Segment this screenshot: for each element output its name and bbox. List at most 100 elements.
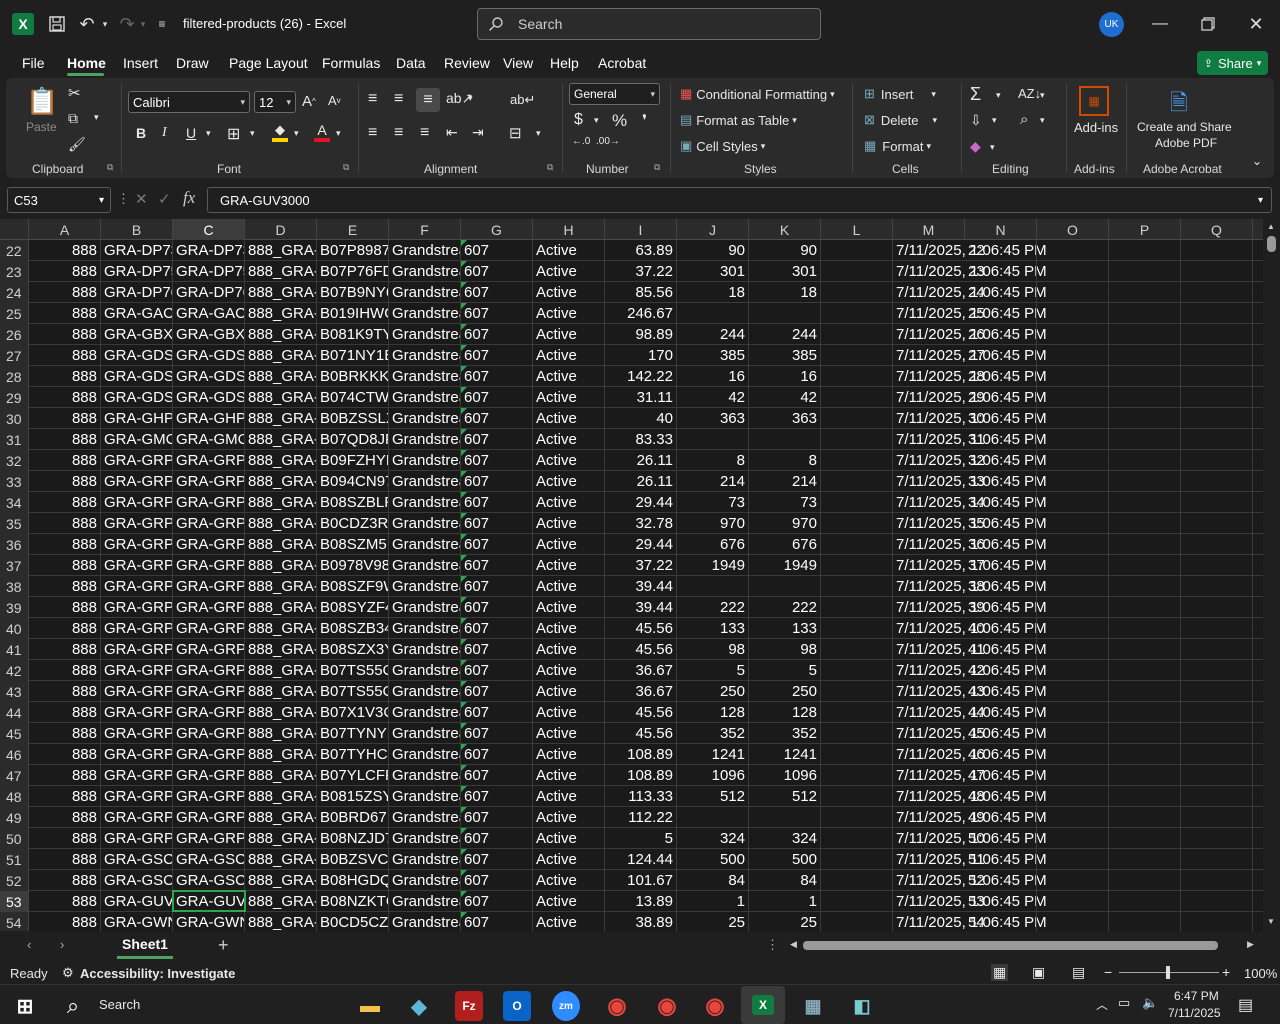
- conditional-formatting-button[interactable]: ▦ Conditional Formatting ▾: [680, 86, 835, 102]
- cell-p[interactable]: [1109, 345, 1181, 366]
- cell-c[interactable]: GRA-GHP6: [173, 408, 245, 429]
- font-name-combo[interactable]: Calibri ▾: [128, 91, 250, 113]
- more-options-icon[interactable]: ⋮: [117, 191, 130, 207]
- cell-l[interactable]: [821, 534, 893, 555]
- cell-h[interactable]: Active: [533, 324, 605, 345]
- fill-dropdown-icon[interactable]: ▾: [992, 115, 997, 126]
- prev-sheet-icon[interactable]: ‹: [27, 937, 31, 952]
- cell-i[interactable]: 26.11: [605, 471, 677, 492]
- cell-n[interactable]: 26: [965, 324, 1037, 345]
- cell-h[interactable]: Active: [533, 555, 605, 576]
- chrome-icon-2[interactable]: ◉: [650, 991, 684, 1021]
- cell-g[interactable]: 607: [461, 492, 533, 513]
- cell-p[interactable]: [1109, 429, 1181, 450]
- font-launcher-icon[interactable]: ⧉: [343, 162, 349, 173]
- cell-b[interactable]: GRA-GRP2: [101, 702, 173, 723]
- cell-a[interactable]: 888: [29, 282, 101, 303]
- cell-b[interactable]: GRA-DP76(: [101, 282, 173, 303]
- cell-b[interactable]: GRA-GRP2: [101, 450, 173, 471]
- cell-k[interactable]: 8: [749, 450, 821, 471]
- cell-n[interactable]: 23: [965, 261, 1037, 282]
- cell-l[interactable]: [821, 429, 893, 450]
- cell-q[interactable]: [1181, 534, 1253, 555]
- cell-f[interactable]: Grandstrea: [389, 240, 461, 261]
- cell-h[interactable]: Active: [533, 240, 605, 261]
- cell-i[interactable]: 85.56: [605, 282, 677, 303]
- cell-o[interactable]: [1037, 387, 1109, 408]
- accessibility-status[interactable]: Accessibility: Investigate: [80, 966, 235, 981]
- cell-j[interactable]: 98: [677, 639, 749, 660]
- cell-q[interactable]: [1181, 618, 1253, 639]
- cell-e[interactable]: B0BZSVCR: [317, 849, 389, 870]
- cell-f[interactable]: Grandstrea: [389, 912, 461, 931]
- cell-l[interactable]: [821, 639, 893, 660]
- minimize-icon[interactable]: —: [1145, 10, 1175, 38]
- sort-dropdown-icon[interactable]: ▾: [1040, 90, 1045, 101]
- cell-j[interactable]: 1241: [677, 744, 749, 765]
- cell-g[interactable]: 607: [461, 408, 533, 429]
- merge-dropdown-icon[interactable]: ▾: [536, 128, 541, 139]
- cell-q[interactable]: [1181, 345, 1253, 366]
- app-window-icon[interactable]: ◧: [845, 991, 879, 1021]
- cell-k[interactable]: 222: [749, 597, 821, 618]
- column-header-k[interactable]: K: [749, 219, 821, 240]
- cell-h[interactable]: Active: [533, 891, 605, 912]
- cell-e[interactable]: B071NY1B: [317, 345, 389, 366]
- cell-a[interactable]: 888: [29, 807, 101, 828]
- cell-q[interactable]: [1181, 282, 1253, 303]
- next-sheet-icon[interactable]: ›: [60, 937, 64, 952]
- cell-l[interactable]: [821, 702, 893, 723]
- cell-a[interactable]: 888: [29, 723, 101, 744]
- save-icon[interactable]: [46, 13, 68, 35]
- merge-center-icon[interactable]: ⊟: [509, 124, 522, 142]
- cut-icon[interactable]: ✂: [68, 84, 81, 102]
- cell-l[interactable]: [821, 807, 893, 828]
- cell-n[interactable]: 42: [965, 660, 1037, 681]
- cell-o[interactable]: [1037, 849, 1109, 870]
- cell-j[interactable]: [677, 807, 749, 828]
- row-header[interactable]: 24: [0, 282, 29, 303]
- cell-e[interactable]: B08SZF9W: [317, 576, 389, 597]
- accounting-format-icon[interactable]: $: [574, 111, 583, 129]
- enter-icon[interactable]: ✓: [158, 190, 171, 208]
- column-header-b[interactable]: B: [101, 219, 173, 240]
- cell-k[interactable]: 1241: [749, 744, 821, 765]
- cell-l[interactable]: [821, 744, 893, 765]
- cell-c[interactable]: GRA-GRP2: [173, 681, 245, 702]
- cell-a[interactable]: 888: [29, 891, 101, 912]
- cell-k[interactable]: 324: [749, 828, 821, 849]
- cell-i[interactable]: 37.22: [605, 261, 677, 282]
- cell-d[interactable]: 888_GRA-(: [245, 723, 317, 744]
- cell-e[interactable]: B07P76FD(: [317, 261, 389, 282]
- cell-b[interactable]: GRA-GWN: [101, 912, 173, 931]
- column-header-p[interactable]: P: [1109, 219, 1181, 240]
- cell-o[interactable]: [1037, 744, 1109, 765]
- cell-h[interactable]: Active: [533, 429, 605, 450]
- cell-p[interactable]: [1109, 513, 1181, 534]
- vertical-scroll-thumb[interactable]: [1267, 236, 1276, 252]
- cell-c[interactable]: GRA-GSC3:: [173, 870, 245, 891]
- cell-b[interactable]: GRA-GAC2: [101, 303, 173, 324]
- cell-g[interactable]: 607: [461, 660, 533, 681]
- normal-view-icon[interactable]: ▦: [991, 964, 1009, 981]
- cell-j[interactable]: [677, 429, 749, 450]
- cell-g[interactable]: 607: [461, 723, 533, 744]
- cell-g[interactable]: 607: [461, 681, 533, 702]
- cell-g[interactable]: 607: [461, 240, 533, 261]
- add-sheet-icon[interactable]: +: [218, 935, 229, 956]
- cell-o[interactable]: [1037, 261, 1109, 282]
- row-header[interactable]: 48: [0, 786, 29, 807]
- cell-l[interactable]: [821, 387, 893, 408]
- cell-o[interactable]: [1037, 513, 1109, 534]
- cell-i[interactable]: 112.22: [605, 807, 677, 828]
- add-ins-label[interactable]: Add-ins: [1074, 120, 1118, 135]
- align-middle-icon[interactable]: ≡: [394, 90, 403, 108]
- cell-c[interactable]: GRA-GRP2: [173, 513, 245, 534]
- cell-c[interactable]: GRA-GMC(: [173, 429, 245, 450]
- comma-style-icon[interactable]: ❜: [642, 111, 647, 131]
- cell-f[interactable]: Grandstrea: [389, 387, 461, 408]
- cell-k[interactable]: 98: [749, 639, 821, 660]
- cell-h[interactable]: Active: [533, 366, 605, 387]
- cell-j[interactable]: 5: [677, 660, 749, 681]
- column-header-n[interactable]: N: [965, 219, 1037, 240]
